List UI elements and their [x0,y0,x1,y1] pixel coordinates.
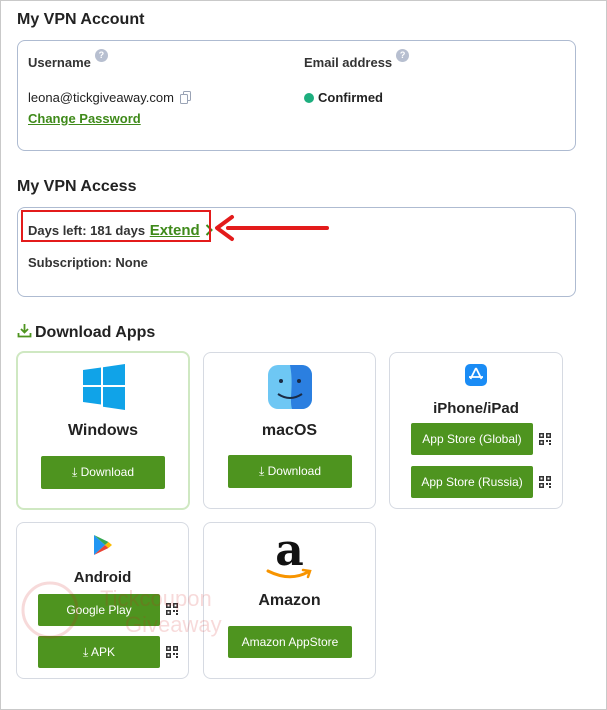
username-label: Username? [28,49,108,70]
apk-button[interactable]: ⤓ APK [38,636,160,668]
app-card-ios: iPhone/iPad App Store (Global) App Store… [389,352,563,509]
download-icon [17,323,32,343]
qr-code-icon[interactable] [166,603,178,615]
email-help-icon[interactable]: ? [396,49,410,62]
app-name-windows: Windows [67,422,139,439]
app-name-amazon: Amazon [258,592,321,609]
windows-download-button[interactable]: ⤓ Download [41,456,165,489]
subscription-status: Subscription: None [28,255,148,270]
app-card-amazon: a Amazon Amazon AppStore [203,522,376,679]
macos-finder-icon [268,365,312,409]
email-status-text: Confirmed [318,90,383,105]
account-section-title: My VPN Account [17,11,145,28]
button-download-icon: ⤓ [258,464,268,478]
qr-code-icon[interactable] [166,646,178,658]
apk-button-label: APK [90,645,115,659]
email-label: Email address? [304,49,410,70]
username-label-text: Username [28,55,91,70]
change-password-link[interactable]: Change Password [28,111,141,126]
app-name-android: Android [73,569,132,586]
app-card-windows: Windows ⤓ Download [16,351,190,510]
app-name-ios: iPhone/iPad [433,400,519,417]
app-card-android: Android Google Play ⤓ APK [16,522,189,679]
macos-download-label: Download [267,464,321,478]
email-status: Confirmed [304,90,383,105]
access-section-title: My VPN Access [17,178,137,195]
username-text: leona@tickgiveaway.com [28,90,174,105]
amazon-appstore-button[interactable]: Amazon AppStore [228,626,352,658]
app-store-global-button[interactable]: App Store (Global) [411,423,533,455]
qr-code-icon[interactable] [539,433,551,445]
windows-download-label: Download [80,465,134,479]
google-play-icon [94,535,112,555]
confirmed-dot-icon [304,93,314,103]
button-download-icon: ⤓ [83,645,91,659]
annotation-highlight-box [21,210,211,242]
download-section-title: Download Apps [35,324,156,341]
account-card: Username? Email address? leona@tickgivea… [17,40,576,151]
app-store-icon [465,364,487,386]
app-store-russia-button[interactable]: App Store (Russia) [411,466,533,498]
download-section-header: Download Apps [17,323,155,343]
app-name-macos: macOS [261,422,318,439]
qr-code-icon[interactable] [539,476,551,488]
google-play-button[interactable]: Google Play [38,594,160,626]
username-help-icon[interactable]: ? [94,49,108,62]
change-password-wrap: Change Password [28,110,141,128]
app-card-macos: macOS ⤓ Download [203,352,376,509]
copy-icon[interactable] [179,91,192,107]
amazon-smile-icon [266,568,312,579]
email-label-text: Email address [304,55,393,70]
button-download-icon: ⤓ [71,465,81,479]
username-value: leona@tickgiveaway.com [28,90,192,107]
annotation-arrow-icon [215,215,329,241]
macos-download-button[interactable]: ⤓ Download [228,455,352,488]
windows-icon [83,364,125,410]
